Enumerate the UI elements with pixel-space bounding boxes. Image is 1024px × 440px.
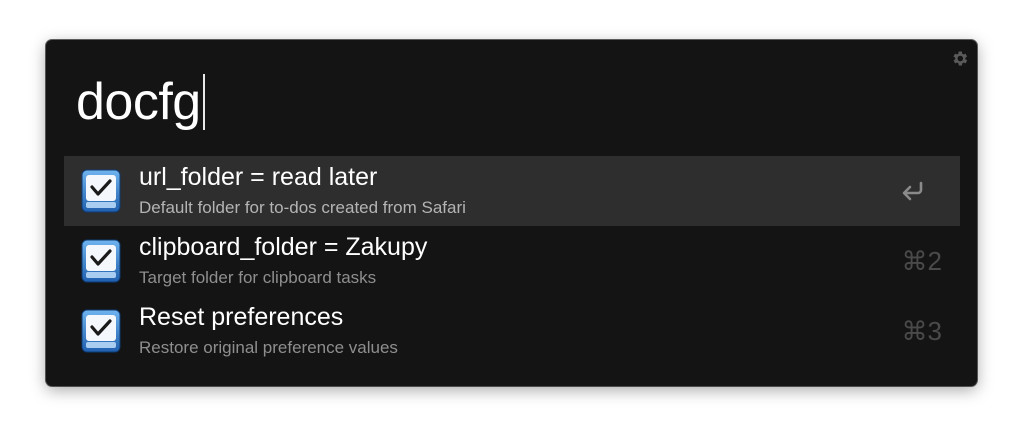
things-app-icon xyxy=(81,309,121,353)
result-subtitle: Target folder for clipboard tasks xyxy=(139,268,377,287)
result-title: Reset preferences xyxy=(139,303,344,331)
result-shortcut: ⌘2 xyxy=(901,246,942,276)
result-item-reset-preferences[interactable]: Reset preferences Restore original prefe… xyxy=(64,296,960,366)
text-caret xyxy=(202,74,205,130)
result-subtitle: Restore original preference values xyxy=(139,338,398,357)
result-subtitle: Default folder for to-dos created from S… xyxy=(139,198,466,217)
gear-icon[interactable] xyxy=(950,49,969,68)
result-title: clipboard_folder = Zakupy xyxy=(139,233,428,261)
result-title: url_folder = read later xyxy=(139,163,378,191)
things-app-icon xyxy=(81,169,121,213)
things-app-icon xyxy=(81,239,121,283)
result-shortcut: ⌘3 xyxy=(901,316,942,346)
return-icon xyxy=(902,181,923,201)
result-item-clipboard-folder[interactable]: clipboard_folder = Zakupy Target folder … xyxy=(64,226,960,296)
results-list: url_folder = read later Default folder f… xyxy=(64,156,960,366)
search-query-text: docfg xyxy=(76,73,201,131)
result-item-url-folder[interactable]: url_folder = read later Default folder f… xyxy=(64,156,960,226)
launcher-window: docfg url_folder = read later Default fo… xyxy=(46,40,977,386)
search-input[interactable]: docfg xyxy=(76,70,205,134)
